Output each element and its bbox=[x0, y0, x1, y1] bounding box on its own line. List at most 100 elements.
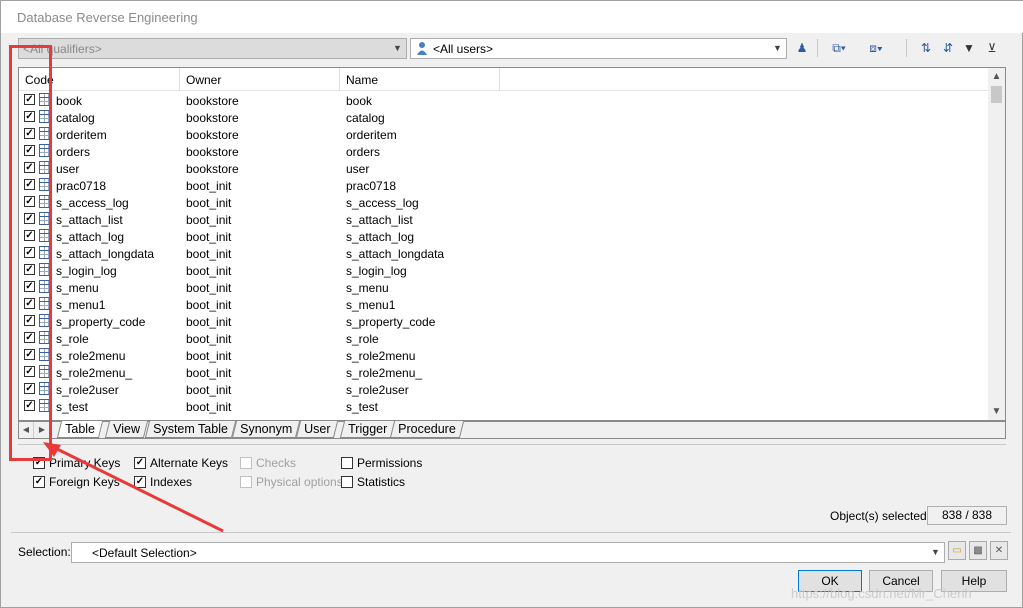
row-checkbox[interactable]: ✓ bbox=[24, 213, 35, 224]
row-owner: boot_init bbox=[186, 298, 232, 312]
tab-scroll-right-icon[interactable]: ▶ bbox=[35, 422, 50, 438]
selection-combo[interactable]: <Default Selection> ▼ bbox=[71, 542, 945, 563]
row-owner: boot_init bbox=[186, 332, 232, 346]
row-name: s_role2user bbox=[346, 383, 409, 397]
table-icon bbox=[39, 365, 52, 378]
table-row[interactable]: ✓ s_attach_longdata boot_init s_attach_long… bbox=[19, 245, 987, 262]
toolbar-separator bbox=[817, 39, 818, 57]
chevron-down-icon[interactable]: ▼ bbox=[389, 39, 406, 58]
tab-table[interactable]: Table bbox=[56, 421, 104, 438]
row-checkbox[interactable]: ✓ bbox=[24, 366, 35, 377]
tab-view[interactable]: View bbox=[104, 421, 148, 438]
row-code: s_role2menu bbox=[56, 349, 126, 363]
qualifier-combo[interactable]: <All qualifiers> ▼ bbox=[18, 38, 407, 59]
row-checkbox[interactable]: ✓ bbox=[24, 145, 35, 156]
option-checkbox[interactable] bbox=[341, 476, 353, 488]
user-filter-icon[interactable]: ♟ bbox=[791, 37, 813, 59]
table-row[interactable]: ✓ s_property_code boot_init s_property_code bbox=[19, 313, 987, 330]
select-all-icon[interactable]: ⧉▾ bbox=[824, 37, 854, 59]
row-owner: boot_init bbox=[186, 383, 232, 397]
table-row[interactable]: ✓ book bookstore book bbox=[19, 92, 987, 109]
tab-trigger[interactable]: Trigger bbox=[339, 421, 396, 438]
user-value: <All users> bbox=[433, 42, 494, 56]
row-checkbox[interactable]: ✓ bbox=[24, 383, 35, 394]
scroll-up-icon[interactable]: ▲ bbox=[988, 68, 1005, 85]
row-code: catalog bbox=[56, 111, 95, 125]
table-row[interactable]: ✓ s_test boot_init s_test bbox=[19, 398, 987, 415]
row-owner: bookstore bbox=[186, 128, 239, 142]
row-checkbox[interactable]: ✓ bbox=[24, 400, 35, 411]
row-checkbox[interactable]: ✓ bbox=[24, 128, 35, 139]
tab-procedure[interactable]: Procedure bbox=[389, 421, 464, 438]
table-row[interactable]: ✓ s_access_log boot_init s_access_log bbox=[19, 194, 987, 211]
row-checkbox[interactable]: ✓ bbox=[24, 349, 35, 360]
filter-icon[interactable]: ▼ bbox=[958, 37, 980, 59]
row-owner: boot_init bbox=[186, 230, 232, 244]
column-divider[interactable] bbox=[339, 68, 340, 91]
chevron-down-icon[interactable]: ▼ bbox=[927, 543, 944, 562]
table-row[interactable]: ✓ s_login_log boot_init s_login_log bbox=[19, 262, 987, 279]
row-code: s_role bbox=[56, 332, 89, 346]
delete-icon[interactable]: ✕ bbox=[990, 541, 1008, 560]
table-row[interactable]: ✓ s_menu1 boot_init s_menu1 bbox=[19, 296, 987, 313]
table-row[interactable]: ✓ prac0718 boot_init prac0718 bbox=[19, 177, 987, 194]
tab-system-table[interactable]: System Table bbox=[144, 421, 236, 438]
option-label: Statistics bbox=[357, 475, 406, 489]
row-checkbox[interactable]: ✓ bbox=[24, 264, 35, 275]
row-checkbox[interactable]: ✓ bbox=[24, 281, 35, 292]
table-row[interactable]: ✓ s_role2menu_ boot_init s_role2menu_ bbox=[19, 364, 987, 381]
table-row[interactable]: ✓ user bookstore user bbox=[19, 160, 987, 177]
window-title: Database Reverse Engineering bbox=[17, 10, 198, 25]
row-checkbox[interactable]: ✓ bbox=[24, 196, 35, 207]
column-header-code[interactable]: Code bbox=[25, 73, 54, 87]
table-row[interactable]: ✓ s_attach_log boot_init s_attach_log bbox=[19, 228, 987, 245]
row-checkbox[interactable]: ✓ bbox=[24, 298, 35, 309]
user-combo[interactable]: <All users> ▼ bbox=[410, 38, 787, 59]
row-name: orderitem bbox=[346, 128, 397, 142]
row-name: s_test bbox=[346, 400, 379, 414]
object-list[interactable]: Code Owner Name ✓ book bookstore book ✓ catal… bbox=[18, 67, 1006, 421]
row-code: s_role2menu_ bbox=[56, 366, 133, 380]
row-owner: boot_init bbox=[186, 247, 232, 261]
row-name: s_property_code bbox=[346, 315, 436, 329]
table-icon bbox=[39, 144, 52, 157]
row-checkbox[interactable]: ✓ bbox=[24, 230, 35, 241]
row-checkbox[interactable]: ✓ bbox=[24, 94, 35, 105]
row-checkbox[interactable]: ✓ bbox=[24, 111, 35, 122]
row-checkbox[interactable]: ✓ bbox=[24, 179, 35, 190]
row-name: s_attach_list bbox=[346, 213, 413, 227]
table-row[interactable]: ✓ s_role2user boot_init s_role2user bbox=[19, 381, 987, 398]
row-checkbox[interactable]: ✓ bbox=[24, 162, 35, 173]
table-icon bbox=[39, 297, 52, 310]
clear-filter-icon[interactable]: ⊻ bbox=[981, 37, 1003, 59]
row-checkbox[interactable]: ✓ bbox=[24, 332, 35, 343]
table-row[interactable]: ✓ catalog bookstore catalog bbox=[19, 109, 987, 126]
table-icon bbox=[39, 399, 52, 412]
tab-synonym[interactable]: Synonym bbox=[231, 421, 301, 438]
scroll-thumb[interactable] bbox=[991, 86, 1002, 103]
row-checkbox[interactable]: ✓ bbox=[24, 247, 35, 258]
column-divider[interactable] bbox=[179, 68, 180, 91]
scroll-down-icon[interactable]: ▼ bbox=[988, 403, 1005, 420]
table-row[interactable]: ✓ s_attach_list boot_init s_attach_list bbox=[19, 211, 987, 228]
option-checkbox[interactable] bbox=[341, 457, 353, 469]
vertical-scrollbar[interactable]: ▲ ▼ bbox=[988, 68, 1005, 420]
open-folder-icon[interactable]: ▭ bbox=[948, 541, 966, 560]
tab-user[interactable]: User bbox=[295, 421, 339, 438]
tab-scroll-left-icon[interactable]: ◀ bbox=[19, 422, 34, 438]
table-row[interactable]: ✓ s_role2menu boot_init s_role2menu bbox=[19, 347, 987, 364]
move-down-icon[interactable]: ⇵ bbox=[937, 37, 959, 59]
column-header-owner[interactable]: Owner bbox=[186, 73, 221, 87]
column-header-name[interactable]: Name bbox=[346, 73, 378, 87]
table-row[interactable]: ✓ s_role boot_init s_role bbox=[19, 330, 987, 347]
chevron-down-icon[interactable]: ▼ bbox=[769, 39, 786, 58]
table-icon bbox=[39, 314, 52, 327]
column-divider[interactable] bbox=[499, 68, 500, 91]
move-up-icon[interactable]: ⇅ bbox=[915, 37, 937, 59]
save-icon[interactable]: ▩ bbox=[969, 541, 987, 560]
table-row[interactable]: ✓ orderitem bookstore orderitem bbox=[19, 126, 987, 143]
table-row[interactable]: ✓ orders bookstore orders bbox=[19, 143, 987, 160]
row-checkbox[interactable]: ✓ bbox=[24, 315, 35, 326]
deselect-all-icon[interactable]: ⧈▾ bbox=[861, 37, 891, 59]
table-row[interactable]: ✓ s_menu boot_init s_menu bbox=[19, 279, 987, 296]
